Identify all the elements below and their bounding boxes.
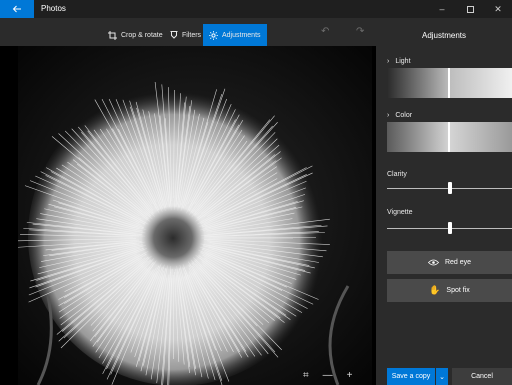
- minimize-button[interactable]: –: [428, 0, 456, 18]
- crop-rotate-label: Crop & rotate: [121, 31, 163, 39]
- filters-button[interactable]: Filters: [170, 24, 201, 46]
- app-title: Photos: [41, 4, 66, 13]
- chevron-right-icon: ›: [387, 112, 390, 119]
- save-copy-label: Save a copy: [391, 373, 431, 380]
- hand-icon: ✋: [429, 285, 441, 295]
- light-strip-image: [387, 68, 512, 98]
- arrow-left-icon: [12, 5, 21, 13]
- crop-rotate-button[interactable]: Crop & rotate: [108, 24, 163, 46]
- close-button[interactable]: ✕: [484, 0, 512, 18]
- photo-canvas[interactable]: [18, 46, 372, 385]
- chevron-right-icon: ›: [387, 58, 390, 65]
- adjustments-tab[interactable]: Adjustments: [203, 24, 267, 46]
- vignette-label: Vignette: [387, 209, 413, 216]
- brightness-icon: [209, 30, 218, 40]
- undo-icon: ↶: [321, 26, 330, 37]
- adjustments-label: Adjustments: [222, 31, 261, 39]
- filter-icon: [170, 30, 178, 39]
- clarity-slider-thumb[interactable]: [447, 182, 452, 194]
- undo-button[interactable]: ↶: [321, 26, 329, 37]
- dandelion-photo: [18, 46, 372, 385]
- chevron-down-icon: ⌄: [439, 373, 445, 381]
- maximize-button[interactable]: [456, 0, 484, 18]
- clarity-label: Clarity: [387, 171, 407, 178]
- save-options-dropdown[interactable]: ⌄: [436, 368, 448, 385]
- spot-fix-label: Spot fix: [446, 287, 470, 294]
- color-preview-strip[interactable]: [387, 122, 512, 152]
- redo-button[interactable]: ↷: [356, 26, 364, 37]
- save-copy-button[interactable]: Save a copy: [387, 368, 435, 385]
- red-eye-button[interactable]: Red eye: [387, 251, 512, 274]
- window-controls: – ✕: [428, 0, 512, 18]
- panel-title: Adjustments: [421, 30, 467, 40]
- color-section-toggle[interactable]: › Color: [387, 112, 412, 119]
- light-section-toggle[interactable]: › Light: [387, 58, 411, 65]
- color-label: Color: [395, 112, 413, 119]
- eye-icon: [427, 259, 439, 266]
- filters-label: Filters: [182, 31, 202, 39]
- crop-icon: [108, 30, 117, 40]
- spot-fix-button[interactable]: ✋ Spot fix: [387, 279, 512, 302]
- close-icon: ✕: [494, 3, 502, 14]
- zoom-controls: ⌗ — +: [303, 370, 352, 381]
- color-strip-image: [387, 122, 512, 152]
- cancel-label: Cancel: [471, 373, 493, 380]
- redo-icon: ↷: [356, 26, 365, 37]
- vignette-slider-thumb[interactable]: [447, 222, 452, 234]
- fit-screen-icon[interactable]: ⌗: [303, 370, 309, 381]
- maximize-icon: [466, 5, 474, 13]
- edit-toolbar: Crop & rotate Filters Adjustments ↶ ↷: [0, 18, 376, 46]
- light-preview-strip[interactable]: [387, 68, 512, 98]
- back-button[interactable]: [0, 0, 34, 18]
- red-eye-label: Red eye: [444, 259, 472, 266]
- minimize-icon: –: [439, 4, 445, 14]
- zoom-out-icon[interactable]: —: [323, 370, 333, 381]
- cancel-button[interactable]: Cancel: [452, 368, 512, 385]
- zoom-in-icon[interactable]: +: [347, 370, 353, 381]
- light-label: Light: [395, 58, 411, 65]
- title-bar: Photos – ✕: [0, 0, 512, 18]
